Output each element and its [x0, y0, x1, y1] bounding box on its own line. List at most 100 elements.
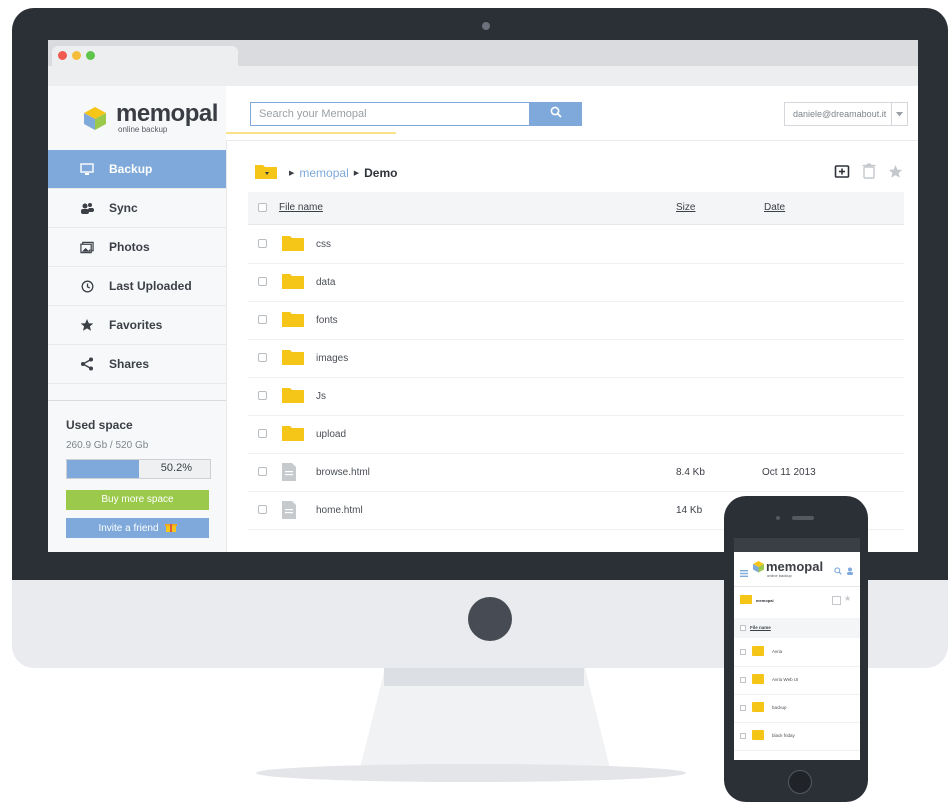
table-row[interactable]: Js — [248, 377, 904, 416]
file-name[interactable]: images — [316, 353, 348, 364]
sidebar-divider — [48, 400, 226, 401]
trash-icon[interactable] — [860, 162, 878, 180]
breadcrumb: ▶ memopal ▶ Demo — [254, 162, 397, 183]
folder-icon — [281, 234, 305, 257]
phone-list-item[interactable]: Avria — [734, 638, 860, 667]
window-maximize-icon[interactable] — [86, 51, 95, 60]
photos-icon — [80, 240, 94, 254]
user-icon[interactable] — [846, 562, 854, 580]
table-row[interactable]: fonts — [248, 301, 904, 340]
phone-home-button[interactable] — [788, 770, 812, 794]
row-checkbox[interactable] — [258, 391, 267, 400]
phone-row-checkbox[interactable] — [740, 733, 746, 739]
file-name[interactable]: browse.html — [316, 467, 370, 478]
file-name[interactable]: upload — [316, 429, 346, 440]
column-header-date[interactable]: Date — [764, 202, 785, 213]
phone-breadcrumb[interactable]: memopal — [756, 598, 774, 603]
invite-friend-button[interactable]: Invite a friend — [66, 518, 209, 538]
column-header-name[interactable]: File name — [279, 202, 323, 213]
file-name[interactable]: Js — [316, 391, 326, 402]
sidebar-item-label: Backup — [109, 162, 153, 176]
folder-icon — [281, 272, 305, 295]
phone-row-checkbox[interactable] — [740, 705, 746, 711]
search-icon — [550, 105, 562, 123]
search-button[interactable] — [530, 102, 582, 126]
file-size: 8.4 Kb — [676, 467, 705, 478]
row-checkbox[interactable] — [258, 505, 267, 514]
breadcrumb-separator-icon: ▶ — [289, 169, 295, 177]
phone-status-bar — [734, 538, 860, 552]
phone-file-name: backup — [772, 705, 787, 710]
star-icon[interactable]: ★ — [844, 594, 851, 603]
file-name[interactable]: data — [316, 277, 335, 288]
search-input[interactable]: Search your Memopal — [250, 102, 530, 126]
phone-list-item[interactable]: backup — [734, 694, 860, 723]
table-row[interactable]: css — [248, 225, 904, 264]
breadcrumb-root-link[interactable]: memopal — [299, 166, 348, 180]
sidebar-item-favorites[interactable]: Favorites — [48, 306, 226, 345]
usage-progress-bar: 50.2% — [66, 459, 211, 479]
phone-list-item[interactable]: Avria Web UI — [734, 666, 860, 695]
phone-list-item[interactable]: black friday — [734, 722, 860, 751]
header-accent-line — [226, 132, 396, 134]
window-close-icon[interactable] — [58, 51, 67, 60]
table-row[interactable]: upload — [248, 415, 904, 454]
new-folder-icon[interactable] — [832, 596, 841, 605]
sidebar-item-sync[interactable]: Sync — [48, 189, 226, 228]
brand-tagline: online backup — [118, 125, 168, 134]
phone-file-name: Avria Web UI — [772, 677, 799, 682]
monitor-stand-neck — [384, 668, 584, 686]
star-icon — [80, 318, 94, 332]
clock-icon — [80, 279, 94, 293]
row-checkbox[interactable] — [258, 353, 267, 362]
folder-dropdown-icon[interactable] — [254, 162, 278, 183]
new-folder-icon[interactable] — [833, 162, 851, 180]
phone-table-header: File name — [734, 618, 860, 638]
monitor-base — [256, 764, 686, 782]
file-date: Oct 11 2013 — [762, 467, 816, 478]
phone-brand-name: memopal — [766, 559, 824, 574]
star-icon[interactable] — [886, 162, 904, 180]
usage-progress-fill — [67, 460, 139, 478]
table-header: File name Size Date — [248, 192, 904, 225]
table-row[interactable]: browse.html 8.4 Kb Oct 11 2013 — [248, 453, 904, 492]
user-account-dropdown[interactable]: daniele@dreamabout.it — [784, 102, 892, 126]
monitor-icon — [80, 162, 94, 176]
brand-name: memopal — [116, 100, 218, 127]
file-name[interactable]: fonts — [316, 315, 338, 326]
row-checkbox[interactable] — [258, 467, 267, 476]
browser-tab[interactable] — [52, 46, 238, 72]
sidebar-item-last-uploaded[interactable]: Last Uploaded — [48, 267, 226, 306]
table-row[interactable]: data — [248, 263, 904, 302]
chevron-down-icon[interactable] — [892, 102, 908, 126]
folder-icon — [752, 730, 764, 740]
row-checkbox[interactable] — [258, 429, 267, 438]
folder-icon — [752, 702, 764, 712]
folder-icon — [281, 386, 305, 409]
row-checkbox[interactable] — [258, 315, 267, 324]
buy-more-space-button[interactable]: Buy more space — [66, 490, 209, 510]
search-icon[interactable] — [834, 562, 842, 580]
phone-row-checkbox[interactable] — [740, 649, 746, 655]
row-checkbox[interactable] — [258, 239, 267, 248]
row-checkbox[interactable] — [258, 277, 267, 286]
menu-icon[interactable] — [740, 564, 748, 582]
phone-row-checkbox[interactable] — [740, 677, 746, 683]
file-name[interactable]: home.html — [316, 505, 363, 516]
sidebar-item-shares[interactable]: Shares — [48, 345, 226, 384]
sidebar-item-label: Sync — [109, 201, 138, 215]
phone-column-header-name[interactable]: File name — [750, 625, 771, 630]
folder-icon[interactable] — [740, 595, 752, 604]
sidebar-item-label: Shares — [109, 357, 150, 371]
file-name[interactable]: css — [316, 239, 331, 250]
window-minimize-icon[interactable] — [72, 51, 81, 60]
phone-select-all-checkbox[interactable] — [740, 625, 746, 631]
sidebar-item-label: Last Uploaded — [109, 279, 192, 293]
table-row[interactable]: images — [248, 339, 904, 378]
memopal-cube-icon — [82, 105, 108, 136]
select-all-checkbox[interactable] — [258, 203, 267, 212]
sidebar-item-photos[interactable]: Photos — [48, 228, 226, 267]
column-header-size[interactable]: Size — [676, 202, 695, 213]
phone-camera-icon — [776, 516, 780, 520]
sidebar-item-backup[interactable]: Backup — [48, 150, 226, 189]
